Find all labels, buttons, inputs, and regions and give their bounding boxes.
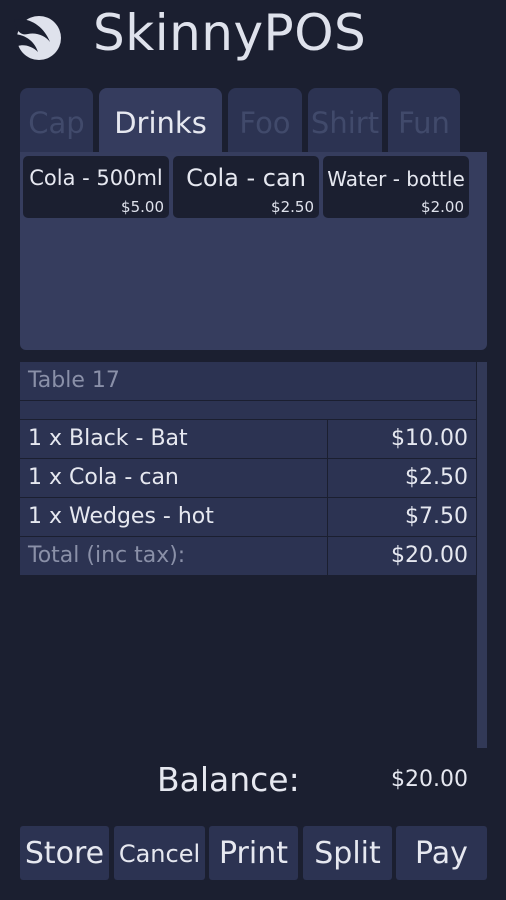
product-button-water-bottle[interactable]: Water - bottle $2.00 bbox=[323, 156, 469, 218]
line-description: 1 x Cola - can bbox=[28, 465, 179, 490]
line-price: $10.00 bbox=[391, 426, 468, 451]
order-line[interactable]: 1 x Cola - can $2.50 bbox=[20, 459, 476, 498]
total-label: Total (inc tax): bbox=[28, 543, 186, 568]
product-name: Cola - 500ml bbox=[29, 166, 163, 190]
column-divider bbox=[327, 537, 328, 575]
order-table-header: Table 17 bbox=[20, 362, 476, 401]
app-logo-icon bbox=[12, 16, 61, 60]
balance-label: Balance: bbox=[157, 760, 300, 799]
tab-shirt[interactable]: Shirt bbox=[308, 88, 382, 154]
order-total-row: Total (inc tax): $20.00 bbox=[20, 537, 476, 576]
tab-cap[interactable]: Cap bbox=[20, 88, 93, 154]
column-divider bbox=[327, 498, 328, 536]
tab-drinks[interactable]: Drinks bbox=[99, 88, 222, 154]
product-name: Water - bottle bbox=[327, 167, 465, 191]
column-divider bbox=[327, 459, 328, 497]
order-scrollbar[interactable] bbox=[477, 362, 487, 748]
product-name: Cola - can bbox=[186, 164, 306, 192]
cancel-button[interactable]: Cancel bbox=[114, 826, 205, 880]
pay-button[interactable]: Pay bbox=[396, 826, 487, 880]
product-button-cola-can[interactable]: Cola - can $2.50 bbox=[173, 156, 319, 218]
product-price: $2.50 bbox=[271, 198, 314, 216]
line-description: 1 x Black - Bat bbox=[28, 426, 188, 451]
balance-value: $20.00 bbox=[391, 767, 468, 792]
total-value: $20.00 bbox=[391, 543, 468, 568]
tab-food[interactable]: Foo bbox=[228, 88, 302, 154]
column-divider bbox=[327, 420, 328, 458]
product-button-cola-500ml[interactable]: Cola - 500ml $5.00 bbox=[23, 156, 169, 218]
store-button[interactable]: Store bbox=[20, 826, 109, 880]
line-description: 1 x Wedges - hot bbox=[28, 504, 214, 529]
order-list: Table 17 1 x Black - Bat $10.00 1 x Cola… bbox=[20, 362, 476, 748]
order-spacer-row bbox=[20, 401, 476, 420]
table-label: Table 17 bbox=[28, 368, 120, 393]
app-title: SkinnyPOS bbox=[93, 4, 367, 62]
app-header: SkinnyPOS bbox=[0, 0, 506, 80]
split-button[interactable]: Split bbox=[303, 826, 392, 880]
line-price: $2.50 bbox=[405, 465, 468, 490]
product-panel: Cola - 500ml $5.00 Cola - can $2.50 Wate… bbox=[20, 152, 487, 350]
order-line[interactable]: 1 x Wedges - hot $7.50 bbox=[20, 498, 476, 537]
product-price: $2.00 bbox=[421, 198, 464, 216]
line-price: $7.50 bbox=[405, 504, 468, 529]
product-price: $5.00 bbox=[121, 198, 164, 216]
order-line[interactable]: 1 x Black - Bat $10.00 bbox=[20, 420, 476, 459]
print-button[interactable]: Print bbox=[209, 826, 298, 880]
tab-fun[interactable]: Fun bbox=[388, 88, 460, 154]
